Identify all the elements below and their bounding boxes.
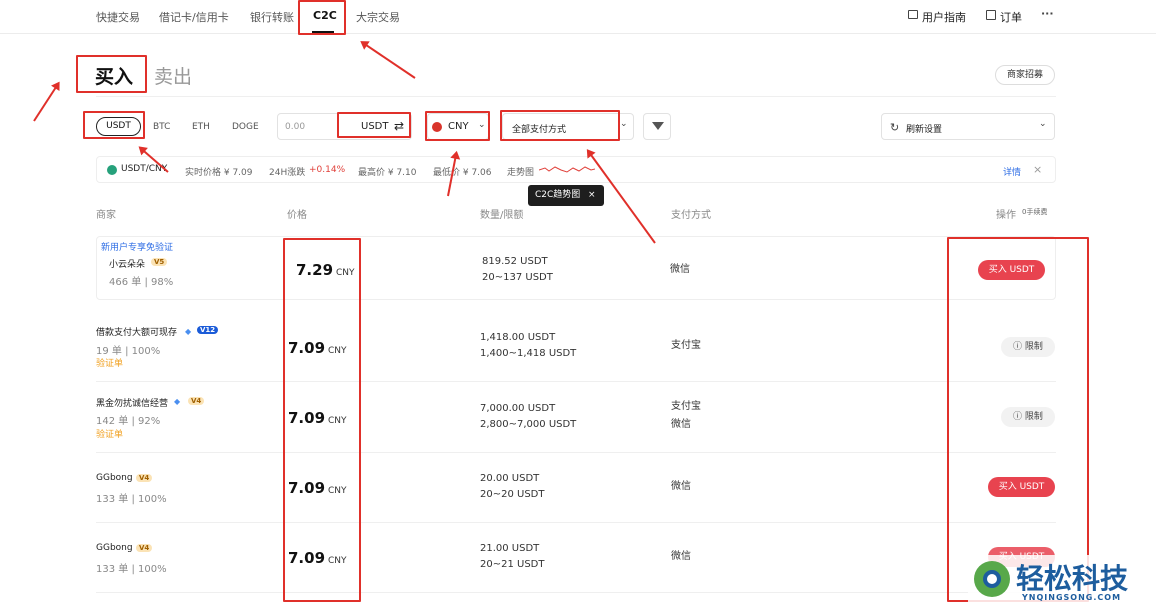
- merchant-recruit-button[interactable]: 商家招募: [995, 65, 1055, 85]
- level-badge: V5: [151, 258, 168, 266]
- header-pay: 支付方式: [671, 210, 711, 221]
- payment-methods: 微信: [670, 264, 690, 275]
- chevron-down-icon: ⌄: [1039, 119, 1047, 129]
- nav-bank-transfer[interactable]: 银行转账: [250, 9, 294, 25]
- top-nav: 快捷交易 借记卡/信用卡 银行转账 C2C 大宗交易 用户指南 订单 ···: [0, 0, 1156, 34]
- highlight-box: [337, 112, 411, 138]
- merchant-stats: 142 单 | 92%: [96, 416, 161, 427]
- coin-btc-chip[interactable]: BTC: [153, 122, 170, 132]
- trend-tooltip: C2C趋势图 ×: [528, 185, 604, 206]
- orders-link[interactable]: 订单: [1000, 9, 1022, 25]
- tab-sell[interactable]: 卖出: [154, 62, 192, 89]
- amount-input[interactable]: 0.00: [285, 122, 305, 132]
- highlight-box: [947, 237, 1089, 602]
- watermark-brand: 轻松科技: [1016, 562, 1129, 595]
- quantity-limit: 1,418.00 USDT 1,400~1,418 USDT: [480, 332, 577, 359]
- more-icon[interactable]: ···: [1041, 7, 1054, 20]
- watermark: 轻松科技 YNQINGSONG.COM: [968, 555, 1156, 605]
- ticker-details-link[interactable]: 详情: [1003, 165, 1021, 178]
- quantity-limit: 20.00 USDT 20~20 USDT: [480, 473, 545, 500]
- row-divider: [96, 592, 1056, 593]
- trend-sparkline[interactable]: [539, 162, 595, 176]
- coin-eth-chip[interactable]: ETH: [192, 122, 210, 132]
- refresh-select[interactable]: ↻ 刷新设置 ⌄: [881, 113, 1055, 140]
- merchant-name[interactable]: GGbong: [96, 473, 133, 483]
- merchant-name[interactable]: GGbong: [96, 543, 133, 553]
- ticker-high: 最高价 ¥ 7.10: [358, 168, 417, 178]
- level-badge: V4: [136, 544, 153, 552]
- watermark-logo: [974, 561, 1010, 597]
- book-icon: [908, 10, 918, 19]
- payment-methods: 微信: [671, 551, 691, 562]
- table-row[interactable]: 新用户专享免验证 小云朵朵 V5 466 单 | 98% 7.29 CNY 819…: [96, 236, 1056, 300]
- merchant-stats: 466 单 | 98%: [109, 277, 174, 288]
- close-icon[interactable]: ×: [1033, 163, 1042, 176]
- highlight-box: [76, 55, 147, 93]
- header-op: 操作: [996, 210, 1016, 221]
- ticker-low: 最低价 ¥ 7.06: [433, 168, 492, 178]
- coin-doge-chip[interactable]: DOGE: [232, 122, 259, 132]
- annotation-arrow: [33, 82, 60, 122]
- highlight-box: [83, 111, 145, 139]
- ticker-bar: USDT/CNY 实时价格 ¥ 7.09 24H涨跌 +0.14% 最高价 ¥ …: [96, 156, 1056, 183]
- ticker-change-value: +0.14%: [309, 165, 346, 175]
- annotation-arrow: [361, 41, 416, 79]
- ticker-trend-label: 走势图: [507, 168, 535, 178]
- trend-tooltip-text: C2C趋势图: [535, 190, 581, 200]
- row-divider: [96, 381, 1056, 382]
- nav-card[interactable]: 借记卡/信用卡: [159, 9, 229, 25]
- diamond-icon: ◆: [174, 397, 181, 406]
- header-qty: 数量/限额: [480, 210, 524, 221]
- merchant-stats: 19 单 | 100%: [96, 346, 161, 357]
- nav-block-trade[interactable]: 大宗交易: [356, 9, 400, 25]
- verify-label: 验证单: [96, 430, 124, 440]
- level-badge: V12: [197, 326, 219, 334]
- row-divider: [96, 452, 1056, 453]
- header-fee: 0手续费: [1022, 208, 1048, 216]
- payment-methods: 支付宝 微信: [671, 401, 701, 430]
- quantity-limit: 21.00 USDT 20~21 USDT: [480, 543, 545, 570]
- merchant-name[interactable]: 借款支付大额可现存: [96, 325, 177, 338]
- quantity-limit: 7,000.00 USDT 2,800~7,000 USDT: [480, 403, 577, 430]
- divider: [96, 96, 1056, 97]
- highlight-box: [298, 0, 346, 35]
- chevron-down-icon: ⌄: [620, 119, 628, 129]
- merchant-stats: 133 单 | 100%: [96, 564, 167, 575]
- header-merchant: 商家: [96, 210, 116, 221]
- filter-icon: [652, 122, 664, 130]
- tooltip-close-icon[interactable]: ×: [588, 185, 596, 206]
- nav-quick-trade[interactable]: 快捷交易: [96, 9, 140, 25]
- filter-button[interactable]: [643, 113, 671, 140]
- ticker-change-label: 24H涨跌: [269, 168, 306, 178]
- refresh-select-value: 刷新设置: [906, 125, 943, 135]
- highlight-box: [425, 111, 490, 141]
- verify-label: 验证单: [96, 359, 124, 369]
- ticker-realtime: 实时价格 ¥ 7.09: [185, 168, 253, 178]
- usdt-icon: [107, 165, 117, 175]
- merchant-stats: 133 单 | 100%: [96, 494, 167, 505]
- user-guide-link[interactable]: 用户指南: [922, 9, 966, 25]
- merchant-name[interactable]: 黑金勿扰诚信经营: [96, 396, 168, 409]
- promo-label: 新用户专享免验证: [101, 243, 174, 253]
- order-icon: [986, 10, 996, 20]
- row-divider: [96, 522, 1056, 523]
- highlight-box: [283, 238, 361, 602]
- diamond-icon: ◆: [185, 327, 192, 336]
- payment-methods: 支付宝: [671, 340, 701, 351]
- refresh-icon: ↻: [890, 121, 900, 134]
- level-badge: V4: [188, 397, 205, 405]
- highlight-box: [500, 110, 620, 141]
- quantity-limit: 819.52 USDT 20~137 USDT: [482, 256, 553, 283]
- header-price: 价格: [287, 210, 307, 221]
- watermark-url: YNQINGSONG.COM: [1022, 593, 1122, 602]
- payment-methods: 微信: [671, 481, 691, 492]
- level-badge: V4: [136, 474, 153, 482]
- merchant-name[interactable]: 小云朵朵: [109, 257, 145, 270]
